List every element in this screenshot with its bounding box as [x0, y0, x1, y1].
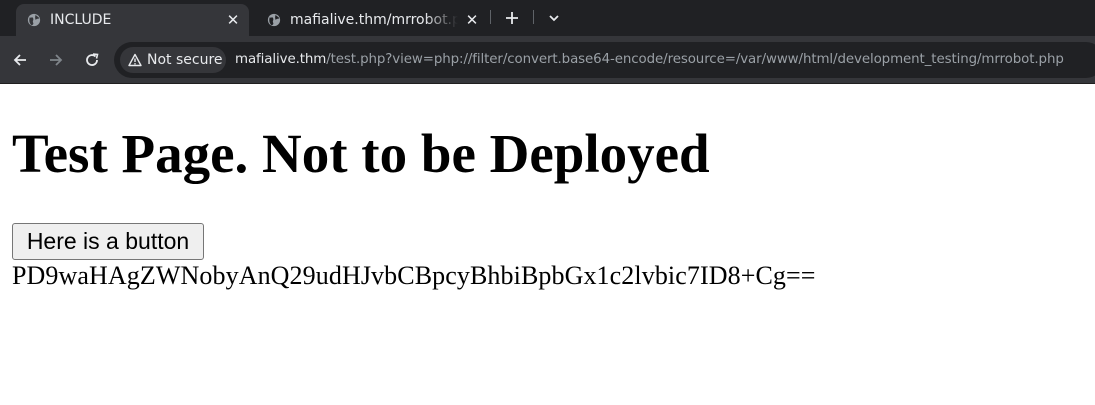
warning-triangle-icon: [128, 53, 142, 67]
url-text[interactable]: mafialive.thm/test.php?view=php://filter…: [235, 51, 1064, 69]
here-is-a-button[interactable]: Here is a button: [12, 223, 204, 260]
page-content: Test Page. Not to be Deployed Here is a …: [0, 85, 1095, 405]
tab-divider: [533, 10, 534, 24]
security-indicator[interactable]: Not secure: [120, 47, 226, 73]
reload-icon: [86, 53, 99, 66]
new-tab-button[interactable]: [500, 6, 524, 30]
close-tab-icon[interactable]: ✕: [225, 12, 241, 28]
tab-search-button[interactable]: [542, 6, 566, 30]
arrow-left-icon: [13, 54, 26, 66]
tab-strip: INCLUDE ✕ mafialive.thm/mrrobot.php ✕: [0, 0, 1095, 36]
tab-divider: [490, 10, 491, 24]
tab-title: mafialive.thm/mrrobot.php: [290, 12, 458, 28]
close-tab-icon[interactable]: ✕: [464, 12, 480, 28]
security-label: Not secure: [147, 52, 223, 68]
tab-title: INCLUDE: [50, 12, 112, 28]
globe-icon: [267, 13, 281, 27]
tab-include[interactable]: INCLUDE ✕: [16, 4, 249, 36]
plus-icon: [506, 12, 518, 24]
tab-mrrobot[interactable]: mafialive.thm/mrrobot.php ✕: [256, 4, 488, 36]
url-host: mafialive.thm: [235, 52, 327, 67]
address-bar[interactable]: Not secure mafialive.thm/test.php?view=p…: [114, 42, 1095, 78]
chevron-down-icon: [549, 15, 559, 22]
page-heading: Test Page. Not to be Deployed: [12, 123, 710, 184]
back-button[interactable]: [8, 48, 32, 72]
base64-output: PD9waHAgZWNobyAnQ29udHJvbCBpcyBhbiBpbGx1…: [12, 261, 816, 290]
url-path: /test.php?view=php://filter/convert.base…: [326, 52, 1064, 67]
globe-icon: [27, 13, 41, 27]
browser-toolbar: Not secure mafialive.thm/test.php?view=p…: [0, 36, 1095, 84]
reload-button[interactable]: [80, 48, 104, 72]
forward-button[interactable]: [44, 48, 68, 72]
arrow-right-icon: [50, 54, 63, 66]
